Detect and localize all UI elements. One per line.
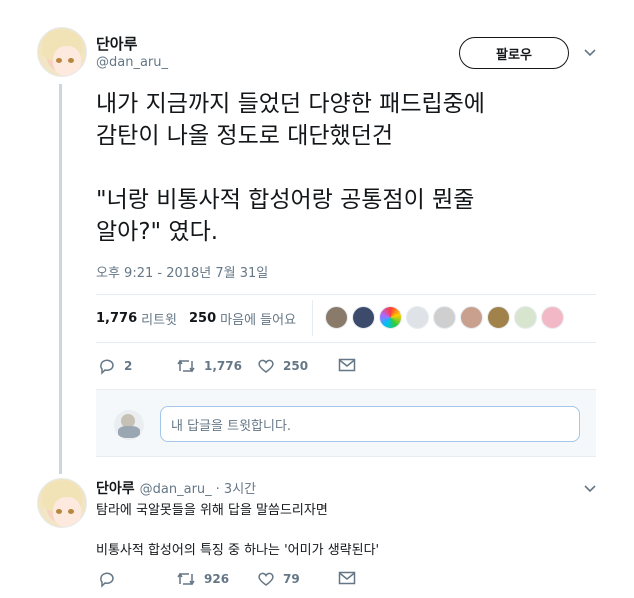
current-user-avatar [114, 410, 144, 440]
reply-retweet-button[interactable]: 926 [176, 570, 229, 588]
liker-avatar[interactable] [487, 306, 510, 329]
reply-retweet-count: 926 [204, 572, 230, 586]
liker-avatar[interactable] [379, 306, 402, 329]
reply-author-name[interactable]: 단아루 [96, 478, 135, 498]
reply-dm-button[interactable] [338, 570, 364, 586]
reply-reply-button[interactable] [98, 570, 124, 588]
reply-header: 단아루 @dan_aru_ · 3시간 [96, 478, 256, 498]
reply-count: 2 [124, 359, 133, 373]
chevron-down-icon[interactable] [583, 45, 597, 59]
retweet-label[interactable]: 리트윗 [141, 309, 177, 328]
retweet-action-count: 1,776 [204, 359, 242, 373]
like-label[interactable]: 마음에 들어요 [220, 309, 296, 328]
author-handle[interactable]: @dan_aru_ [96, 55, 168, 70]
liker-avatar[interactable] [352, 306, 375, 329]
follow-button[interactable]: 팔로우 [459, 37, 569, 69]
reply-input[interactable]: 내 답글을 트윗합니다. [160, 406, 580, 442]
reply-icon [100, 359, 114, 375]
retweet-icon [177, 359, 195, 373]
envelope-icon [338, 571, 356, 585]
envelope-icon [338, 358, 356, 372]
retweet-count[interactable]: 1,776 [96, 311, 137, 326]
reply-text: 탐라에 국알못들을 위해 답을 말씀드리자면 비통사적 합성어의 특징 중 하나… [96, 503, 380, 558]
divider [96, 294, 596, 295]
heart-icon [258, 572, 274, 586]
heart-icon [258, 359, 274, 373]
reply-button[interactable]: 2 [98, 357, 132, 375]
liker-avatars [325, 306, 568, 329]
stats-divider [312, 300, 313, 336]
author-name[interactable]: 단아루 [96, 33, 137, 54]
reply-like-count: 79 [283, 572, 300, 586]
liker-avatar[interactable] [433, 306, 456, 329]
liker-avatar[interactable] [325, 306, 348, 329]
dm-button[interactable] [338, 357, 364, 373]
reply-placeholder: 내 답글을 트윗합니다. [171, 418, 292, 434]
liker-avatar[interactable] [406, 306, 429, 329]
chevron-down-icon[interactable] [583, 481, 597, 495]
author-avatar[interactable] [37, 27, 87, 77]
liker-avatar[interactable] [460, 306, 483, 329]
reply-age[interactable]: · 3시간 [216, 478, 256, 497]
liker-avatar[interactable] [514, 306, 537, 329]
like-button[interactable]: 250 [257, 357, 308, 375]
reply-like-button[interactable]: 79 [257, 570, 300, 588]
tweet-timestamp[interactable]: 오후 9:21 - 2018년 7월 31일 [96, 262, 268, 281]
thread-line [59, 84, 62, 474]
reply-icon [100, 572, 114, 588]
engagement-stats: 1,776 리트윗 250 마음에 들어요 [96, 306, 296, 330]
like-count[interactable]: 250 [189, 311, 216, 326]
like-action-count: 250 [283, 359, 309, 373]
divider [96, 342, 596, 343]
liker-avatar[interactable] [541, 306, 564, 329]
retweet-button[interactable]: 1,776 [176, 357, 242, 375]
tweet-text: 내가 지금까지 들었던 다양한 패드립중에 감탄이 나올 정도로 대단했던건 "… [96, 91, 485, 245]
retweet-icon [177, 572, 195, 586]
reply-author-handle[interactable]: @dan_aru_ [140, 482, 212, 497]
reply-author-avatar[interactable] [37, 478, 87, 528]
